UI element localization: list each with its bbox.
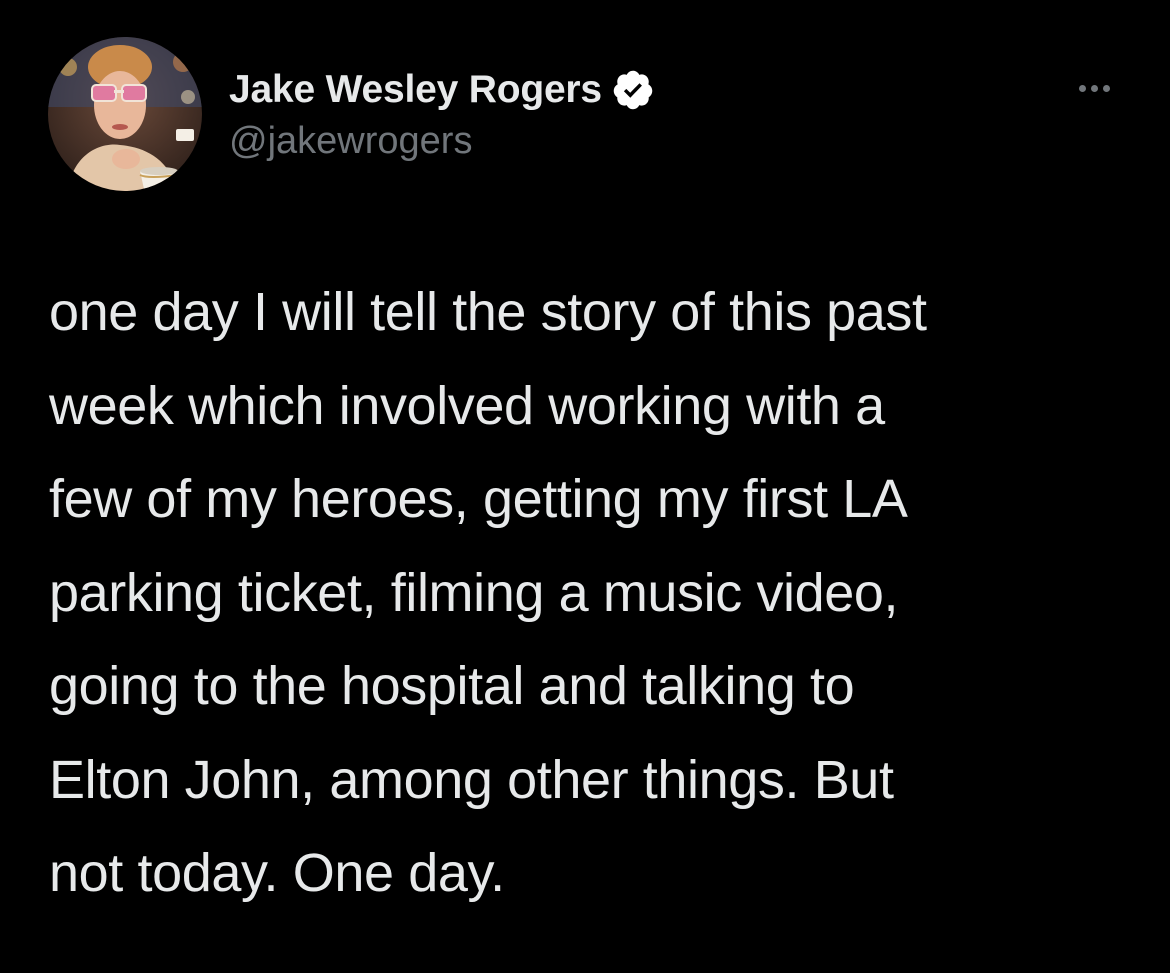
verified-badge-icon — [611, 68, 655, 112]
tweet-text-line: parking ticket, filming a music video, — [49, 562, 899, 623]
author-display-name: Jake Wesley Rogers — [229, 68, 602, 111]
author-avatar[interactable] — [48, 37, 202, 191]
tweet-text-line: Elton John, among other things. But — [49, 749, 894, 810]
avatar-image — [48, 37, 202, 191]
more-options-button[interactable] — [1068, 76, 1120, 100]
more-dot-icon — [1102, 84, 1110, 92]
tweet-text-line: going to the hospital and talking to — [49, 656, 855, 716]
author-handle[interactable]: @jakewrogers — [229, 120, 472, 163]
tweet-text-line: not today. One day. — [49, 843, 505, 903]
tweet-text-line: one day I will tell the story of this pa… — [49, 282, 927, 342]
more-dot-icon — [1078, 84, 1086, 92]
more-dot-icon — [1090, 84, 1098, 92]
tweet-text: one day I will tell the story of this pa… — [49, 266, 1139, 921]
tweet-card: Jake Wesley Rogers @jakewrogers one day … — [0, 0, 1170, 973]
author-name-row[interactable]: Jake Wesley Rogers — [229, 66, 655, 114]
tweet-text-line: week which involved working with a — [49, 375, 885, 436]
tweet-text-line: few of my heroes, getting my first LA — [49, 469, 908, 529]
